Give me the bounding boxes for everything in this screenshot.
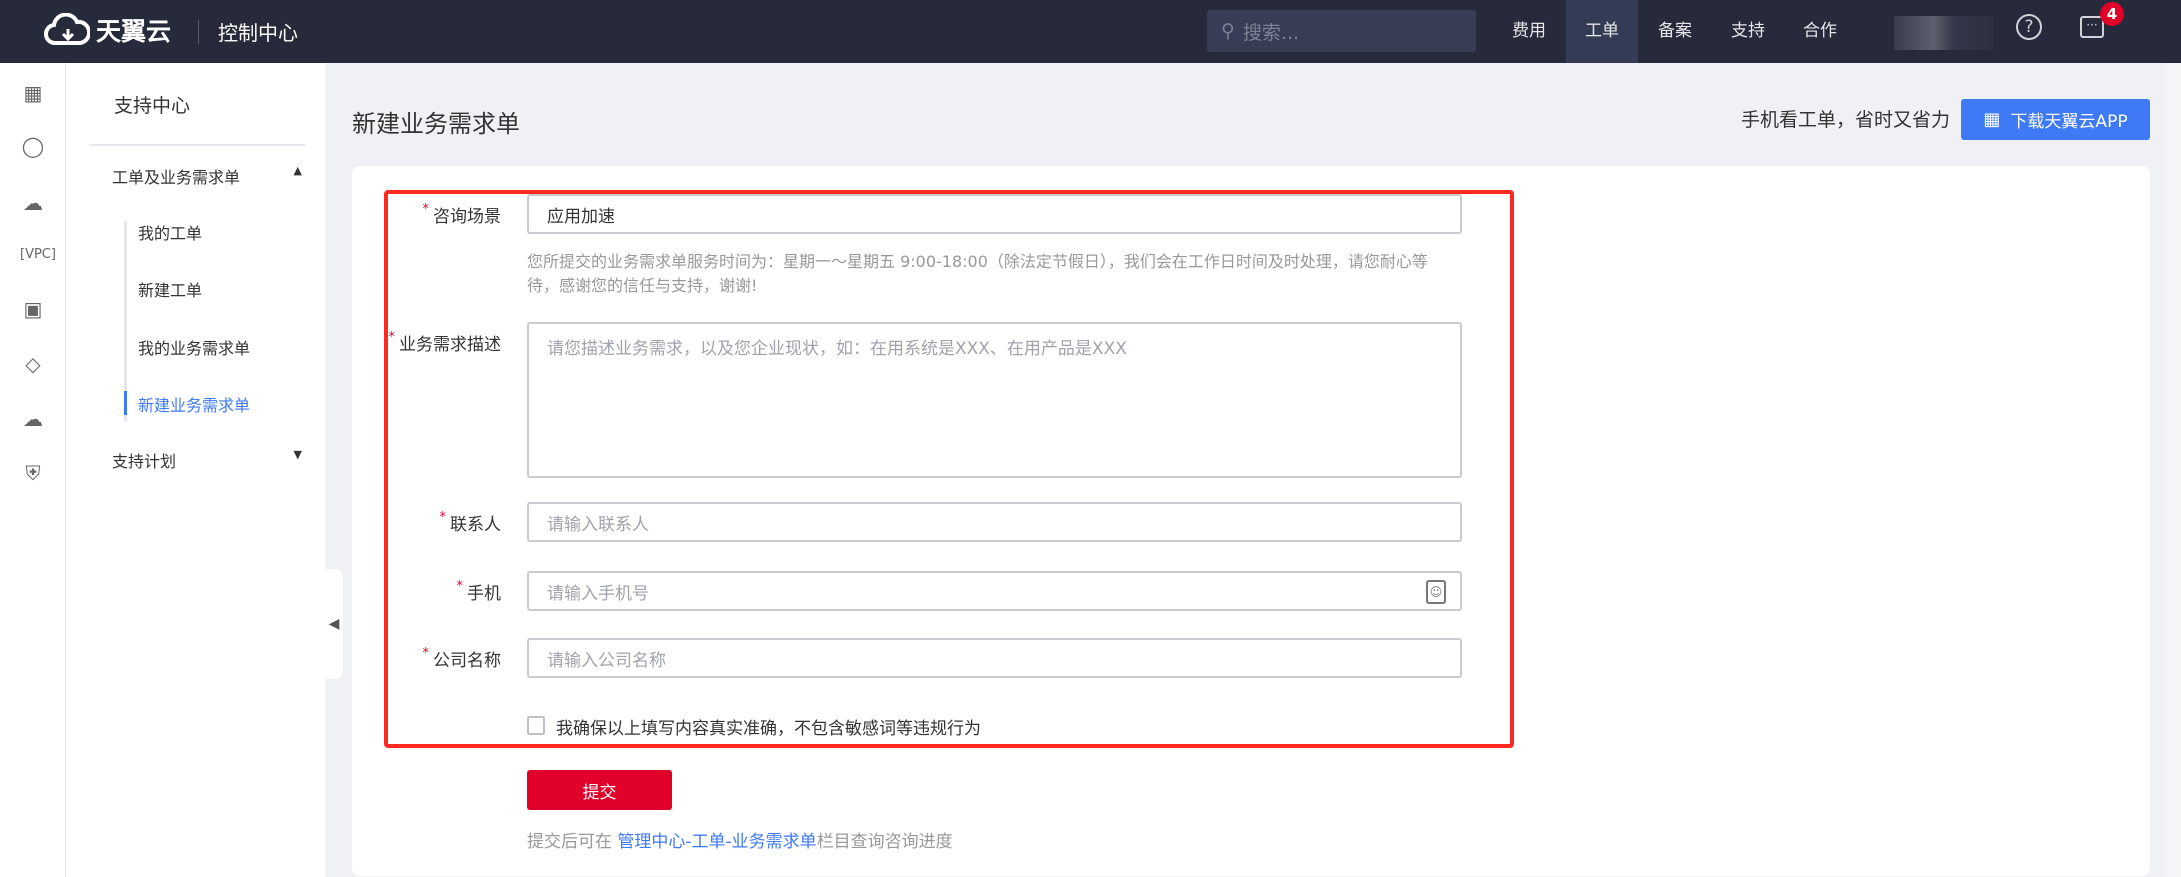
download-label: 下载天翼云APP — [2010, 112, 2128, 132]
scene-label: * 咨询场景 — [341, 202, 502, 227]
search-placeholder: 搜索... — [1242, 21, 1300, 44]
submit-button[interactable]: 提交 — [527, 770, 672, 810]
caret-up-icon: ▲ — [293, 164, 302, 177]
management-center-link[interactable]: 管理中心-工单-业务需求单 — [617, 832, 816, 852]
nav-filing[interactable]: 备案 — [1639, 0, 1711, 63]
label-text: 业务需求描述 — [399, 335, 501, 355]
label-text: 手机 — [467, 584, 501, 604]
cloud-server-icon[interactable]: ☁ — [20, 190, 46, 216]
confirm-label[interactable]: 我确保以上填写内容真实准确，不包含敏感词等违规行为 — [556, 714, 981, 739]
shield-icon[interactable]: ⛨ — [20, 460, 46, 486]
active-indicator — [124, 391, 127, 415]
phone-placeholder: 请输入手机号 — [547, 583, 649, 604]
group-label: 工单及业务需求单 — [112, 168, 241, 187]
vpc-icon[interactable]: [VPC] — [20, 242, 56, 268]
download-app-button[interactable]: ▦ 下载天翼云APP — [1961, 99, 2150, 140]
contact-book-icon[interactable]: ☺ — [1426, 580, 1446, 604]
top-header: 天翼云 控制中心 ⚲ 搜索... 费用 工单 备案 支持 合作 ? ··· 4 — [0, 0, 2181, 63]
scene-field[interactable]: 应用加速 — [527, 194, 1462, 234]
phone-label: * 手机 — [341, 579, 502, 604]
sidebar-divider — [89, 144, 305, 146]
console-title[interactable]: 控制中心 — [218, 17, 298, 46]
required-mark: * — [422, 202, 430, 217]
page-title: 新建业务需求单 — [352, 110, 520, 138]
sidebar-item-my-tickets[interactable]: 我的工单 — [138, 220, 202, 244]
sidebar: 支持中心 工单及业务需求单 ▲ 我的工单 新建工单 我的业务需求单 新建业务需求… — [66, 63, 325, 877]
caret-down-icon: ▼ — [293, 448, 302, 461]
label-text: 联系人 — [450, 515, 501, 535]
required-mark: * — [422, 646, 430, 661]
icon-rail: ▦ ◯ ☁ [VPC] ▣ ◇ ☁ ⛨ — [0, 63, 66, 877]
sidebar-item-new-ticket[interactable]: 新建工单 — [138, 277, 202, 301]
sidebar-title: 支持中心 — [114, 95, 191, 117]
search-input[interactable]: ⚲ 搜索... — [1207, 10, 1476, 52]
brand-name: 天翼云 — [96, 17, 172, 46]
nav-billing[interactable]: 费用 — [1493, 0, 1565, 63]
cloud-logo-icon — [44, 13, 90, 46]
contact-label: * 联系人 — [341, 510, 502, 535]
company-label: * 公司名称 — [341, 646, 502, 671]
contact-field[interactable]: 请输入联系人 — [527, 502, 1462, 542]
submit-note: 提交后可在 管理中心-工单-业务需求单栏目查询咨询进度 — [527, 827, 953, 852]
nav-support[interactable]: 支持 — [1712, 0, 1784, 63]
grid-icon[interactable]: ▦ — [20, 80, 46, 106]
required-mark: * — [439, 510, 447, 525]
group-label: 支持计划 — [112, 452, 177, 471]
confirm-checkbox[interactable] — [527, 716, 545, 735]
nav-tickets[interactable]: 工单 — [1566, 0, 1638, 63]
required-mark: * — [388, 330, 396, 345]
service-hours-help: 您所提交的业务需求单服务时间为：星期一～星期五 9:00-18:00（除法定节假… — [527, 252, 1428, 295]
sidebar-group-support-plan[interactable]: 支持计划 ▼ — [112, 448, 302, 472]
required-mark: * — [456, 579, 464, 594]
phone-field[interactable]: 请输入手机号 ☺ — [527, 571, 1462, 611]
label-text: 公司名称 — [433, 651, 501, 671]
user-avatar[interactable] — [1894, 16, 1994, 50]
description-textarea[interactable]: 请您描述业务需求，以及您企业现状，如：在用系统是XXX、在用产品是XXX — [527, 322, 1462, 478]
header-divider — [198, 20, 199, 44]
company-field[interactable]: 请输入公司名称 — [527, 638, 1462, 678]
note-suffix: 栏目查询咨询进度 — [816, 832, 953, 852]
storage-icon[interactable]: ▣ — [20, 296, 46, 322]
nav-partner[interactable]: 合作 — [1784, 0, 1856, 63]
network-icon[interactable]: ◯ — [20, 133, 46, 159]
sidebar-group-tickets[interactable]: 工单及业务需求单 ▲ — [112, 164, 302, 188]
page-scrollbar[interactable] — [2164, 63, 2181, 877]
caret-left-icon: ◀ — [328, 616, 340, 632]
promo-text: 手机看工单，省时又省力 — [1740, 109, 1950, 131]
note-prefix: 提交后可在 — [527, 832, 618, 852]
help-icon[interactable]: ? — [2016, 14, 2042, 40]
label-text: 咨询场景 — [433, 207, 501, 227]
scan-icon[interactable]: ◇ — [20, 351, 46, 377]
message-badge: 4 — [2100, 2, 2124, 26]
sidebar-item-new-request[interactable]: 新建业务需求单 — [138, 392, 250, 416]
cloud-upload-icon[interactable]: ☁ — [20, 406, 46, 432]
search-icon: ⚲ — [1221, 20, 1235, 42]
qr-code-icon: ▦ — [1983, 109, 2001, 130]
sidebar-item-my-requests[interactable]: 我的业务需求单 — [138, 335, 250, 359]
desc-label: * 业务需求描述 — [341, 330, 502, 355]
brand-logo[interactable]: 天翼云 — [44, 12, 171, 48]
